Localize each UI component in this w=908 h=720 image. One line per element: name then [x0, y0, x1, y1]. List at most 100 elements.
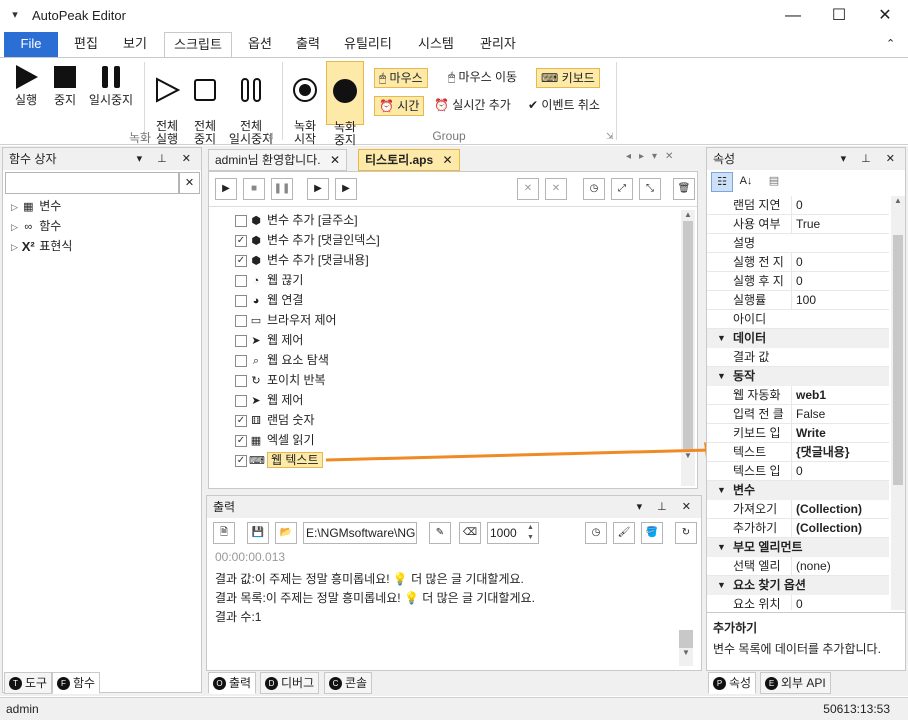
panel-header-buttons[interactable]: ▾ ⊥ ✕ [841, 148, 901, 170]
maximize-button[interactable]: ☐ [816, 0, 862, 32]
tab-script[interactable]: 스크립트 [164, 32, 232, 58]
script-step[interactable]: ✓ ▦ 엑셀 읽기 [235, 430, 315, 450]
step-checkbox[interactable] [235, 294, 247, 307]
collapse-button[interactable]: ⤡ [639, 178, 661, 200]
property-row[interactable]: 텍스트 {댓글내용} [707, 443, 889, 462]
property-value[interactable]: 0 [791, 253, 889, 272]
property-category[interactable]: ▼ 데이터 [707, 329, 889, 348]
step-checkbox[interactable]: ✓ [235, 234, 247, 247]
script-step[interactable]: ⬢ 변수 추가 [글주소] [235, 210, 358, 230]
panel-header-buttons[interactable]: ▾ ⊥ ✕ [137, 148, 197, 170]
pause-button[interactable]: 일시중지 [86, 64, 136, 107]
dialog-launcher-icon[interactable]: ⇲ [606, 131, 614, 142]
script-step[interactable]: ◔ 웹 끊기 [235, 270, 303, 290]
scroll-up-icon[interactable]: ▲ [891, 196, 905, 205]
property-value[interactable]: True [791, 215, 889, 234]
step-checkbox[interactable]: ✓ [235, 414, 247, 427]
dialog-launcher-icon[interactable]: ⇲ [266, 131, 274, 142]
property-row[interactable]: 추가하기 (Collection) [707, 519, 889, 538]
open-folder-button[interactable]: 📂 [275, 522, 297, 544]
script-step[interactable]: ✓ ⬢ 변수 추가 [댓글인덱스] [235, 230, 380, 250]
delete-all-button[interactable]: ✕ [545, 178, 567, 200]
property-value[interactable]: 0 [791, 595, 889, 610]
tree-item-variables[interactable]: ▷ ▦ 변수 [11, 196, 61, 216]
script-step[interactable]: ▭ 브라우저 제어 [235, 310, 337, 330]
step-checkbox[interactable] [235, 374, 247, 387]
close-button[interactable]: ✕ [862, 0, 908, 32]
script-step[interactable]: ✓ ⌨ 웹 텍스트 [235, 450, 323, 470]
property-category[interactable]: ▼ 요소 찾기 옵션 [707, 576, 889, 595]
property-row[interactable]: 선택 엘리 (none) [707, 557, 889, 576]
tab-admin[interactable]: 관리자 [470, 32, 526, 58]
panel-header-buttons[interactable]: ▾ ⊥ ✕ [637, 496, 697, 518]
tab-debug[interactable]: D 디버그 [260, 672, 320, 694]
script-step[interactable]: ➤ 웹 제어 [235, 330, 303, 350]
timestamp-button[interactable]: ◷ [585, 522, 607, 544]
script-step[interactable]: ✓ ⚅ 랜덤 숫자 [235, 410, 315, 430]
expand-button[interactable]: ⤢ [611, 178, 633, 200]
categorized-view-icon[interactable]: ☷ [711, 172, 733, 192]
collapse-category-icon[interactable]: ▼ [717, 329, 726, 348]
tab-view[interactable]: 보기 [113, 32, 157, 58]
clear-search-button[interactable]: ✕ [179, 172, 200, 194]
collapse-ribbon-icon[interactable]: ⌃ [876, 32, 905, 58]
property-row[interactable]: 아이디 [707, 310, 889, 329]
expand-arrow-icon[interactable]: ▷ [11, 222, 18, 232]
brush-button[interactable]: 🖌 [613, 522, 635, 544]
close-tab-icon[interactable]: ✕ [330, 153, 340, 167]
property-value[interactable]: 100 [791, 291, 889, 310]
property-row[interactable]: 텍스트 입 0 [707, 462, 889, 481]
property-row[interactable]: 요소 위치 0 [707, 595, 889, 610]
doc-nav-buttons[interactable]: ◂▸▾✕ [626, 151, 681, 162]
history-button[interactable]: ◷ [583, 178, 605, 200]
property-value[interactable]: {댓글내용} [791, 443, 889, 462]
fill-button[interactable]: 🪣 [641, 522, 663, 544]
tab-system[interactable]: 시스템 [408, 32, 464, 58]
record-stop-button[interactable]: 녹화 중지 [326, 61, 364, 147]
property-row[interactable]: 웹 자동화 web1 [707, 386, 889, 405]
stop-button[interactable]: 중지 [50, 64, 80, 107]
pause-script-button[interactable]: ❚❚ [271, 178, 293, 200]
step-checkbox[interactable] [235, 334, 247, 347]
property-category[interactable]: ▼ 부모 엘리먼트 [707, 538, 889, 557]
tab-functions[interactable]: F 함수 [52, 672, 101, 694]
collapse-category-icon[interactable]: ▼ [717, 576, 726, 595]
property-row[interactable]: 가져오기 (Collection) [707, 500, 889, 519]
tree-item-expressions[interactable]: ▷ X² 표현식 [11, 236, 72, 256]
output-scrollbar[interactable]: ▼ [679, 630, 693, 666]
property-category[interactable]: ▼ 변수 [707, 481, 889, 500]
run-script-button[interactable]: ▶ [215, 178, 237, 200]
collapse-category-icon[interactable]: ▼ [717, 367, 726, 386]
property-value[interactable]: web1 [791, 386, 889, 405]
property-value[interactable]: 0 [791, 196, 889, 215]
tab-tools[interactable]: T 도구 [4, 672, 53, 694]
refresh-button[interactable]: ↻ [675, 522, 697, 544]
tab-options[interactable]: 옵션 [238, 32, 282, 58]
property-value[interactable]: (Collection) [791, 519, 889, 538]
stop-script-button[interactable]: ■ [243, 178, 265, 200]
script-step[interactable]: ➤ 웹 제어 [235, 390, 303, 410]
app-menu-icon[interactable]: ▾ [8, 8, 22, 22]
tab-console[interactable]: C 콘솔 [324, 672, 373, 694]
tab-output[interactable]: 출력 [286, 32, 330, 58]
run-from-button[interactable]: ▶ [307, 178, 329, 200]
scroll-thumb[interactable] [893, 235, 903, 485]
tab-properties[interactable]: P 속성 [708, 672, 757, 694]
log-path-input[interactable]: E:\NGMsoftware\NG [303, 522, 417, 544]
property-value[interactable]: Write [791, 424, 889, 443]
property-row[interactable]: 실행 전 지 0 [707, 253, 889, 272]
step-checkbox[interactable] [235, 314, 247, 327]
property-row[interactable]: 실행률 100 [707, 291, 889, 310]
mouse-move-toggle[interactable]: 🖱 마우스 이동 [444, 68, 521, 88]
scroll-down-icon[interactable]: ▼ [679, 648, 693, 657]
doc-tab-tistory[interactable]: 티스토리.aps ✕ [358, 149, 460, 171]
tab-external-api[interactable]: E 외부 API [760, 672, 831, 694]
tab-edit[interactable]: 편집 [64, 32, 108, 58]
mouse-toggle[interactable]: 🖱 마우스 [374, 68, 428, 88]
expand-arrow-icon[interactable]: ▷ [11, 242, 18, 252]
eraser-button[interactable]: ⌫ [459, 522, 481, 544]
new-log-button[interactable]: 🗎 [213, 522, 235, 544]
doc-tab-welcome[interactable]: admin님 환영합니다. ✕ [208, 149, 347, 171]
expand-arrow-icon[interactable]: ▷ [11, 202, 18, 212]
step-checkbox[interactable] [235, 214, 247, 227]
